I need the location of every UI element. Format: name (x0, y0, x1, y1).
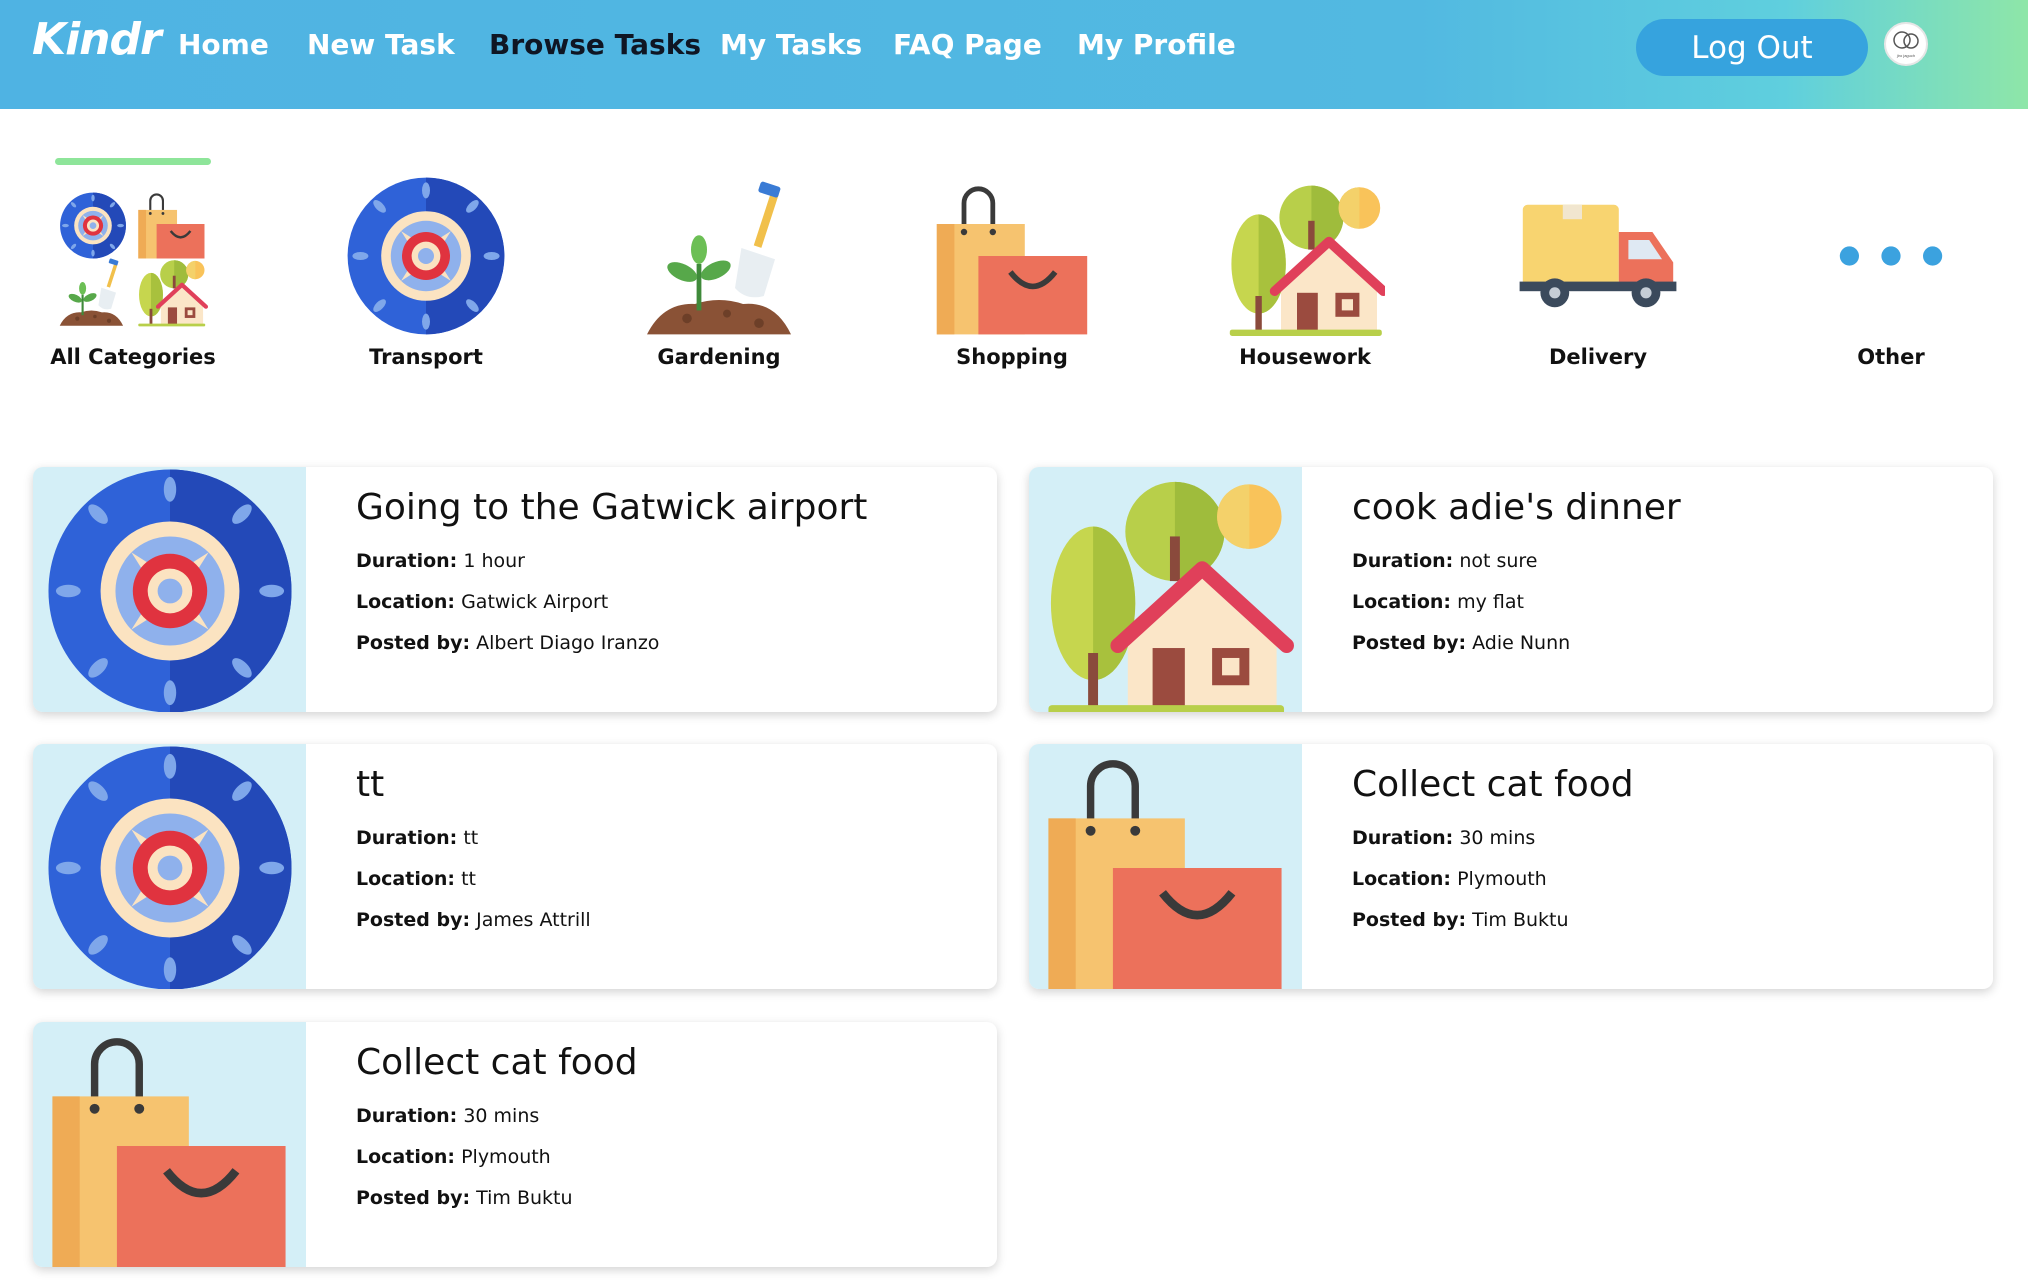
more-dots-icon (1839, 246, 1943, 266)
tire-icon (347, 177, 505, 335)
category-other[interactable]: Other (1761, 158, 2021, 378)
task-posted-by: Posted by: Adie Nunn (1352, 632, 1571, 654)
task-image (1029, 467, 1302, 712)
task-title: Collect cat food (356, 1042, 638, 1083)
task-location: Location: my flat (1352, 591, 1524, 613)
task-posted-by: Posted by: James Attrill (356, 909, 591, 931)
category-label: Gardening (657, 345, 781, 369)
plant-shovel-icon (647, 181, 791, 335)
task-image (33, 744, 306, 989)
category-all[interactable]: All Categories (3, 158, 263, 378)
tire-icon (48, 746, 292, 989)
task-duration: Duration: not sure (1352, 550, 1538, 572)
task-location: Location: Gatwick Airport (356, 591, 609, 613)
truck-icon (1519, 204, 1677, 308)
task-card[interactable]: tt Duration: tt Location: tt Posted by: … (33, 744, 997, 989)
task-image (1029, 744, 1302, 989)
nav-my-profile[interactable]: My Profile (1077, 28, 1236, 61)
task-duration: Duration: 1 hour (356, 550, 525, 572)
kindr-logo[interactable]: Kindr (32, 14, 162, 65)
task-title: Collect cat food (1352, 764, 1634, 805)
house-icon (1225, 176, 1385, 336)
tire-icon (48, 469, 292, 712)
task-duration: Duration: 30 mins (1352, 827, 1536, 849)
shopping-bags-icon (1029, 744, 1302, 989)
nav-new-task[interactable]: New Task (307, 28, 455, 61)
task-card[interactable]: Collect cat food Duration: 30 mins Locat… (1029, 744, 1993, 989)
house-icon (1029, 467, 1302, 712)
category-transport[interactable]: Transport (296, 158, 556, 378)
top-navbar: Kindr Home New Task Browse Tasks My Task… (0, 0, 2028, 109)
category-label: Shopping (956, 345, 1068, 369)
task-posted-by: Posted by: Tim Buktu (1352, 909, 1569, 931)
task-location: Location: Plymouth (1352, 868, 1547, 890)
logout-button[interactable]: Log Out (1636, 19, 1868, 76)
logo-text: Kindr (32, 14, 162, 65)
nav-faq-page[interactable]: FAQ Page (893, 28, 1042, 61)
task-duration: Duration: 30 mins (356, 1105, 540, 1127)
task-posted-by: Posted by: Albert Diago Iranzo (356, 632, 660, 654)
nav-home[interactable]: Home (178, 28, 269, 61)
task-card[interactable]: cook adie's dinner Duration: not sure Lo… (1029, 467, 1993, 712)
task-card[interactable]: Going to the Gatwick airport Duration: 1… (33, 467, 997, 712)
task-title: cook adie's dinner (1352, 487, 1681, 528)
task-location: Location: tt (356, 868, 476, 890)
avatar-text: jiro jaguch (1896, 53, 1915, 58)
category-label: Transport (369, 345, 483, 369)
category-label: All Categories (50, 345, 216, 369)
shopping-bags-icon (33, 1022, 306, 1267)
task-location: Location: Plymouth (356, 1146, 551, 1168)
all-categories-icon (59, 192, 213, 336)
task-title: Going to the Gatwick airport (356, 487, 868, 528)
category-shopping[interactable]: Shopping (882, 158, 1142, 378)
task-posted-by: Posted by: Tim Buktu (356, 1187, 573, 1209)
task-title: tt (356, 764, 385, 805)
task-image (33, 467, 306, 712)
category-gardening[interactable]: Gardening (589, 158, 849, 378)
category-label: Housework (1239, 345, 1371, 369)
nav-browse-tasks[interactable]: Browse Tasks (489, 28, 701, 61)
nav-my-tasks[interactable]: My Tasks (720, 28, 862, 61)
task-card[interactable]: Collect cat food Duration: 30 mins Locat… (33, 1022, 997, 1267)
task-image (33, 1022, 306, 1267)
avatar-image: jiro jaguch (1893, 31, 1919, 58)
category-label: Delivery (1548, 345, 1648, 369)
category-delivery[interactable]: Delivery (1468, 158, 1728, 378)
category-housework[interactable]: Housework (1175, 158, 1435, 378)
category-label: Other (1857, 345, 1925, 369)
task-duration: Duration: tt (356, 827, 479, 849)
shopping-bags-icon (932, 176, 1092, 336)
avatar[interactable]: jiro jaguch (1884, 22, 1928, 66)
